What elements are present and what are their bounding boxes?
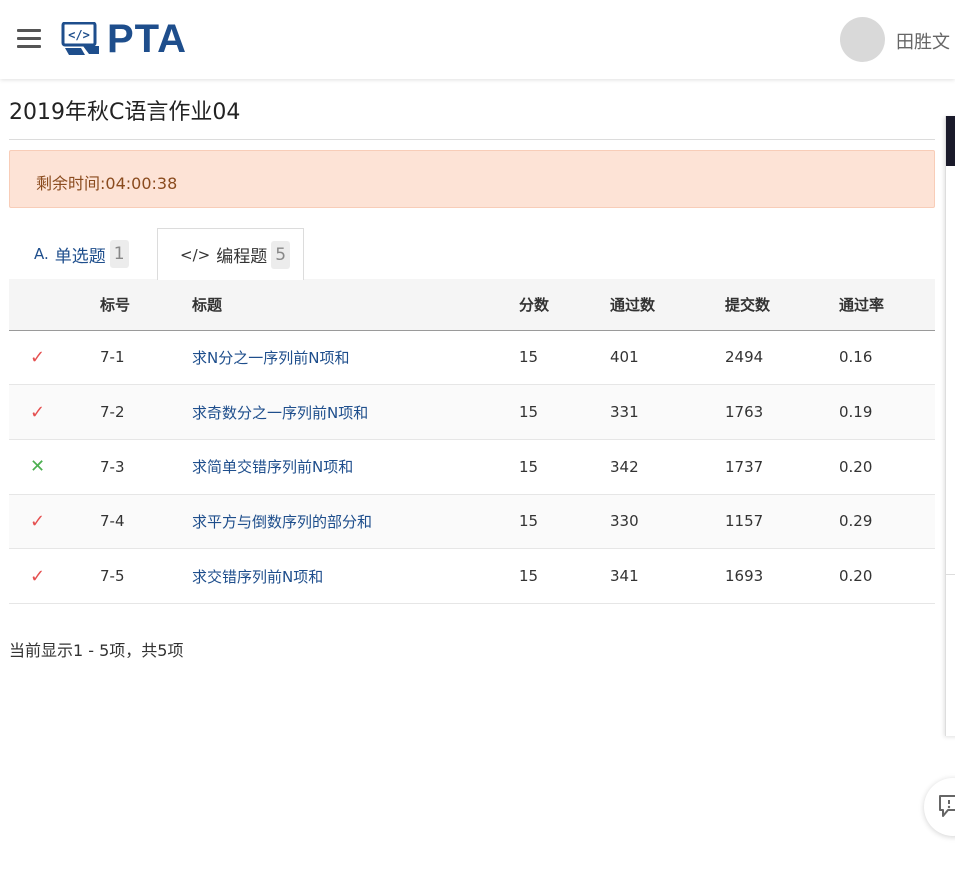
tab-programming[interactable]: </> 编程题 5 xyxy=(157,228,304,280)
countdown-text: 剩余时间:04:00:38 xyxy=(36,174,178,193)
col-rate[interactable]: 通过率 xyxy=(839,279,935,330)
side-panel-divider xyxy=(946,574,955,575)
col-id[interactable]: 标号 xyxy=(100,279,192,330)
problem-rate: 0.19 xyxy=(839,403,873,422)
tab-programming-count: 5 xyxy=(271,240,291,269)
problem-score: 15 xyxy=(519,348,539,367)
col-submitted[interactable]: 提交数 xyxy=(725,279,839,330)
table-header-row: 标号 标题 分数 通过数 提交数 通过率 xyxy=(9,279,935,330)
problem-rate: 0.16 xyxy=(839,348,873,367)
problem-passed: 331 xyxy=(610,403,639,422)
problem-id: 7-1 xyxy=(100,348,125,367)
problem-score: 15 xyxy=(519,403,539,422)
menu-icon[interactable] xyxy=(17,29,41,49)
col-score[interactable]: 分数 xyxy=(519,279,610,330)
countdown-banner: 剩余时间:04:00:38 xyxy=(9,150,935,208)
pta-logo-text[interactable]: PTA xyxy=(107,17,187,61)
problem-title-link[interactable]: 求简单交错序列前N项和 xyxy=(192,439,519,494)
user-name[interactable]: 田胜文 xyxy=(896,28,950,54)
problem-submitted: 1763 xyxy=(725,403,764,422)
problem-submitted: 1693 xyxy=(725,567,764,586)
side-panel[interactable] xyxy=(945,116,955,736)
single-choice-icon: A. xyxy=(34,245,49,263)
problem-submitted: 1737 xyxy=(725,457,764,476)
problem-table: 标号 标题 分数 通过数 提交数 通过率 ✓ 7-1 求N分之一序列前N项和 1… xyxy=(9,279,935,604)
accepted-icon: ✓ xyxy=(30,565,46,587)
svg-text:</>: </> xyxy=(68,28,90,42)
problem-title-link[interactable]: 求奇数分之一序列前N项和 xyxy=(192,385,519,440)
col-status xyxy=(9,279,100,330)
tab-single-choice[interactable]: A. 单选题 1 xyxy=(24,228,129,280)
table-row[interactable]: ✓ 7-1 求N分之一序列前N项和 15 401 2494 0.16 xyxy=(9,330,935,385)
problem-title-link[interactable]: 求交错序列前N项和 xyxy=(192,549,519,604)
problem-id: 7-4 xyxy=(100,512,125,531)
problem-id: 7-3 xyxy=(100,457,125,476)
problem-id: 7-2 xyxy=(100,403,125,422)
feedback-icon xyxy=(939,795,955,817)
problem-passed: 401 xyxy=(610,348,639,367)
feedback-button[interactable] xyxy=(924,778,955,836)
problem-submitted: 2494 xyxy=(725,348,764,367)
table-row[interactable]: ✕ 7-3 求简单交错序列前N项和 15 342 1737 0.20 xyxy=(9,439,935,495)
accepted-icon: ✓ xyxy=(30,401,46,423)
problem-passed: 330 xyxy=(610,512,639,531)
problem-rate: 0.29 xyxy=(839,512,873,531)
problem-rate: 0.20 xyxy=(839,567,873,586)
col-title[interactable]: 标题 xyxy=(192,279,519,330)
problem-passed: 341 xyxy=(610,567,639,586)
problem-id: 7-5 xyxy=(100,567,125,586)
table-row[interactable]: ✓ 7-4 求平方与倒数序列的部分和 15 330 1157 0.29 xyxy=(9,494,935,549)
problem-score: 15 xyxy=(519,512,539,531)
pta-logo-icon[interactable]: </> xyxy=(61,21,101,60)
top-header: </> PTA 田胜文 xyxy=(0,0,955,79)
problem-submitted: 1157 xyxy=(725,512,764,531)
wrong-answer-icon: ✕ xyxy=(30,456,46,478)
side-panel-header xyxy=(946,116,955,166)
col-passed[interactable]: 通过数 xyxy=(610,279,725,330)
tab-single-choice-label: 单选题 xyxy=(54,246,106,267)
problem-passed: 342 xyxy=(610,457,639,476)
problem-rate: 0.20 xyxy=(839,457,873,476)
accepted-icon: ✓ xyxy=(30,510,46,532)
title-divider xyxy=(9,139,935,140)
user-avatar[interactable] xyxy=(840,17,885,62)
code-icon: </> xyxy=(180,245,211,264)
table-row[interactable]: ✓ 7-2 求奇数分之一序列前N项和 15 331 1763 0.19 xyxy=(9,384,935,440)
pager-info: 当前显示1 - 5项，共5项 xyxy=(9,641,184,660)
table-row[interactable]: ✓ 7-5 求交错序列前N项和 15 341 1693 0.20 xyxy=(9,549,935,604)
tab-programming-label: 编程题 xyxy=(216,247,268,267)
problem-title-link[interactable]: 求N分之一序列前N项和 xyxy=(192,330,519,385)
accepted-icon: ✓ xyxy=(30,346,46,368)
tab-single-choice-count: 1 xyxy=(109,240,129,268)
problem-title-link[interactable]: 求平方与倒数序列的部分和 xyxy=(192,494,519,549)
problem-score: 15 xyxy=(519,567,539,586)
page-title: 2019年秋C语言作业04 xyxy=(9,100,241,125)
problem-score: 15 xyxy=(519,457,539,476)
